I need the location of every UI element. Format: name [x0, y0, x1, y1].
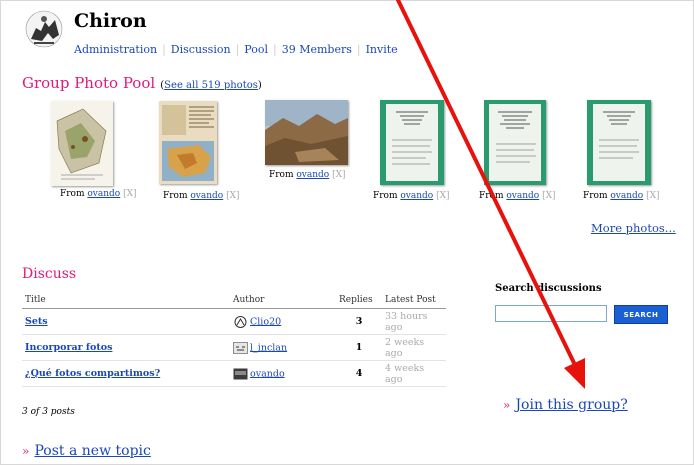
from-label: From	[583, 191, 608, 201]
author-link[interactable]: Clio20	[250, 316, 281, 327]
owner-link[interactable]: ovando	[400, 191, 433, 201]
owner-link[interactable]: ovando	[296, 170, 329, 180]
remove-photo-button[interactable]: [X]	[226, 191, 239, 201]
topic-link[interactable]: Incorporar fotos	[25, 342, 112, 353]
table-row: ¿Qué fotos compartimos? ovando 4 4 weeks…	[22, 360, 446, 387]
from-label: From	[479, 191, 504, 201]
from-label: From	[269, 170, 294, 180]
owner-link[interactable]: ovando	[87, 189, 120, 199]
photo-thumb-landscape[interactable]	[265, 100, 348, 165]
discuss-heading: Discuss	[22, 266, 77, 282]
col-author: Author	[230, 292, 336, 309]
table-row: Incorporar fotos l_inclan 1 2 weeks ago	[22, 334, 446, 361]
arrow-icon: »	[503, 398, 511, 412]
photo-caption: From ovando [X]	[269, 170, 346, 180]
avatar	[233, 315, 248, 328]
paren-close: )	[257, 80, 262, 91]
table-header-row: Title Author Replies Latest Post	[22, 292, 446, 309]
group-nav: Administration | Discussion | Pool | 39 Member…	[74, 38, 398, 57]
photo-caption: From ovando [X]	[373, 191, 450, 201]
nav-separator: |	[235, 43, 240, 56]
col-latest: Latest Post	[382, 292, 446, 309]
nav-members[interactable]: 39 Members	[282, 43, 352, 56]
avatar	[233, 341, 248, 354]
post-new-topic: » Post a new topic	[22, 440, 151, 459]
topic-link[interactable]: ¿Qué fotos compartimos?	[25, 368, 160, 379]
photo-caption: From ovando [X]	[583, 191, 660, 201]
group-icon	[22, 9, 66, 49]
nav-administration[interactable]: Administration	[74, 43, 157, 56]
author-link[interactable]: l_inclan	[250, 342, 287, 353]
remove-photo-button[interactable]: [X]	[436, 191, 449, 201]
discussion-table: Title Author Replies Latest Post Sets Cl…	[22, 292, 446, 387]
remove-photo-button[interactable]: [X]	[332, 170, 345, 180]
latest-post: 2 weeks ago	[382, 334, 446, 361]
from-label: From	[163, 191, 188, 201]
photo-caption: From ovando [X]	[163, 191, 240, 201]
nav-invite[interactable]: Invite	[366, 43, 398, 56]
photo-thumb-doc-3[interactable]	[587, 100, 651, 185]
post-new-topic-link[interactable]: Post a new topic	[34, 443, 150, 459]
reply-count: 4	[336, 360, 382, 387]
photo-thumb-map[interactable]	[51, 101, 113, 186]
photo-pool-title: Group Photo Pool	[22, 74, 156, 92]
group-title: Chiron	[74, 10, 147, 32]
nav-separator: |	[162, 43, 166, 56]
post-count: 3 of 3 posts	[22, 407, 75, 417]
col-title: Title	[22, 292, 230, 309]
more-photos-link[interactable]: More photos...	[591, 221, 676, 235]
see-all-photos-link[interactable]: See all 519 photos	[164, 80, 258, 91]
join-group-link[interactable]: Join this group?	[515, 397, 627, 413]
photo-thumb-doc-2[interactable]	[484, 100, 546, 185]
nav-pool[interactable]: Pool	[244, 43, 268, 56]
search-input[interactable]	[495, 305, 607, 322]
photo-thumb-iberia[interactable]	[159, 101, 217, 184]
avatar	[233, 368, 248, 380]
table-row: Sets Clio20 3 33 hours ago	[22, 308, 446, 335]
join-group: » Join this group?	[503, 394, 628, 413]
photo-pool-heading: Group Photo Pool (See all 519 photos)	[22, 73, 262, 92]
from-label: From	[373, 191, 398, 201]
arrow-icon: »	[22, 444, 30, 458]
topic-link[interactable]: Sets	[25, 316, 48, 327]
reply-count: 3	[336, 308, 382, 335]
nav-separator: |	[272, 43, 277, 56]
remove-photo-button[interactable]: [X]	[123, 189, 136, 199]
from-label: From	[60, 189, 85, 199]
search-button[interactable]: SEARCH	[614, 305, 668, 324]
remove-photo-button[interactable]: [X]	[542, 191, 555, 201]
photo-caption: From ovando [X]	[60, 189, 137, 199]
owner-link[interactable]: ovando	[610, 191, 643, 201]
col-replies: Replies	[336, 292, 382, 309]
nav-discussion[interactable]: Discussion	[171, 43, 231, 56]
search-heading: Search discussions	[495, 283, 602, 294]
nav-separator: |	[356, 43, 361, 56]
owner-link[interactable]: ovando	[190, 191, 223, 201]
photo-caption: From ovando [X]	[479, 191, 556, 201]
latest-post: 4 weeks ago	[382, 360, 446, 387]
latest-post: 33 hours ago	[382, 308, 446, 335]
remove-photo-button[interactable]: [X]	[646, 191, 659, 201]
owner-link[interactable]: ovando	[506, 191, 539, 201]
author-link[interactable]: ovando	[250, 368, 285, 379]
photo-thumb-doc-1[interactable]	[380, 100, 444, 185]
reply-count: 1	[336, 334, 382, 361]
